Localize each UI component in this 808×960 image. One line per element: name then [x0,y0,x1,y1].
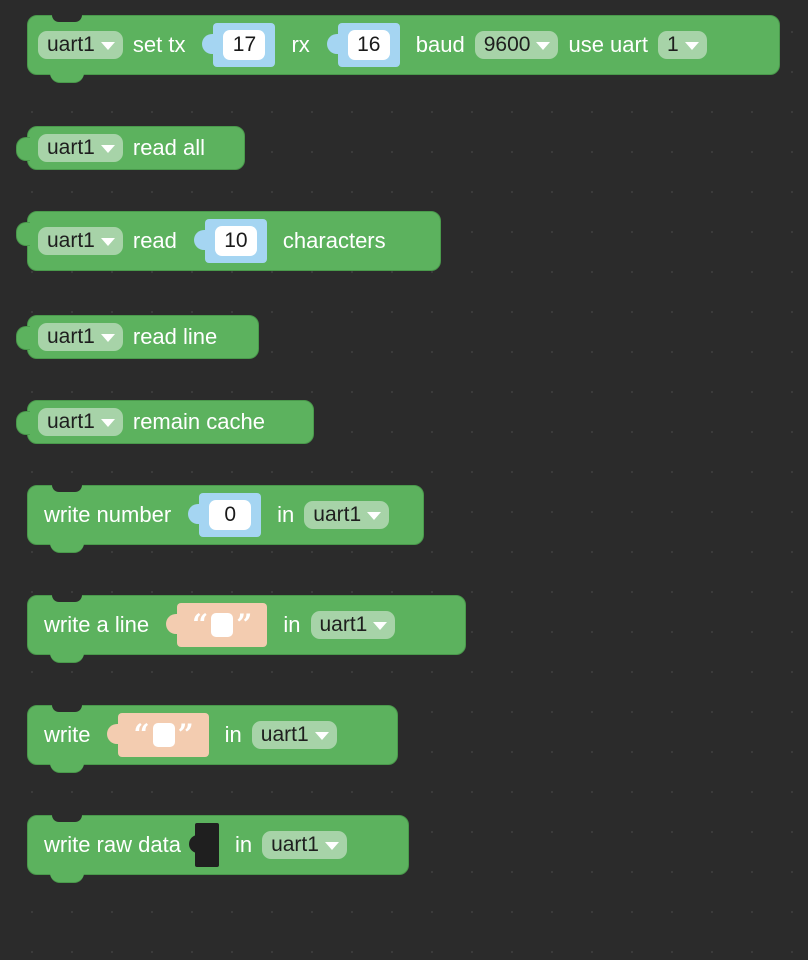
uart-select-value: uart1 [47,410,95,433]
uart-select-dropdown[interactable]: uart1 [38,323,123,351]
uart-select-value: uart1 [313,503,362,526]
chevron-down-icon [536,42,551,50]
uart-read-all-block[interactable]: uart1 read all [16,126,245,170]
chevron-down-icon [367,512,382,520]
baud-rate-value: 9600 [483,33,531,56]
output-connector [16,137,30,161]
output-connector [16,411,30,435]
number-value[interactable]: 0 [209,500,252,530]
uart-select-value: uart1 [319,613,368,636]
characters-label: characters [282,228,386,253]
chevron-down-icon [314,732,329,740]
empty-value-socket[interactable] [188,823,219,867]
open-quote-icon: “ [192,608,209,641]
write-line-label: write a line [44,612,150,637]
char-count-input[interactable]: 10 [193,219,267,263]
chevron-down-icon [100,419,115,427]
in-label: in [234,832,253,857]
rx-pin-input[interactable]: 16 [326,23,400,67]
uart-select-dropdown[interactable]: uart1 [38,227,123,255]
write-raw-label: write raw data [44,832,181,857]
rx-label: rx [291,32,310,57]
uart-select-dropdown[interactable]: uart1 [38,31,123,59]
uart-select-value: uart1 [260,723,309,746]
baud-label: baud [415,32,465,57]
output-connector [16,222,30,246]
uart-write-line-block[interactable]: write a line “ ” in uart1 [27,595,466,663]
uart-write-block[interactable]: write “ ” in uart1 [27,705,398,773]
text-value-field[interactable] [211,613,234,637]
in-label: in [277,502,295,527]
uart-select-value: uart1 [47,325,95,348]
uart-select-dropdown[interactable]: uart1 [251,721,337,749]
chevron-down-icon [373,622,388,630]
uart-select-value: uart1 [271,833,319,856]
chevron-down-icon [100,145,115,153]
text-input[interactable]: “ ” [166,603,268,647]
uart-index-dropdown[interactable]: 1 [657,31,707,59]
use-uart-label: use uart [568,32,648,57]
char-count-value[interactable]: 10 [214,226,257,256]
rx-pin-value[interactable]: 16 [347,30,390,60]
close-quote-icon: ” [177,718,194,751]
in-label: in [224,722,242,747]
uart-select-value: uart1 [47,33,95,56]
chevron-down-icon [324,842,339,850]
set-tx-label: set tx [132,32,186,57]
read-line-label: read line [132,324,218,349]
write-number-label: write number [44,502,172,527]
open-quote-icon: “ [133,718,150,751]
chevron-down-icon [684,42,699,50]
uart-select-dropdown[interactable]: uart1 [262,831,347,859]
chevron-down-icon [100,334,115,342]
number-input[interactable]: 0 [188,493,262,537]
uart-read-line-block[interactable]: uart1 read line [16,315,259,359]
uart-read-chars-block[interactable]: uart1 read 10 characters [16,211,441,271]
uart-select-dropdown[interactable]: uart1 [310,611,396,639]
in-label: in [283,612,301,637]
chevron-down-icon [100,238,115,246]
uart-index-value: 1 [666,33,679,56]
read-all-label: read all [132,135,206,160]
output-connector [16,326,30,350]
tx-pin-value[interactable]: 17 [223,30,266,60]
baud-rate-dropdown[interactable]: 9600 [474,31,559,59]
uart-write-raw-block[interactable]: write raw data in uart1 [27,815,409,883]
remain-cache-label: remain cache [132,409,265,434]
uart-setup-block[interactable]: uart1 set tx 17 rx 16 baud 9600 use uart… [27,15,780,83]
text-input[interactable]: “ ” [107,713,209,757]
read-label: read [132,228,177,253]
uart-select-dropdown[interactable]: uart1 [38,134,123,162]
uart-select-dropdown[interactable]: uart1 [38,408,123,436]
close-quote-icon: ” [236,608,253,641]
uart-select-value: uart1 [47,229,95,252]
text-value-field[interactable] [152,723,175,747]
write-label: write [44,722,91,747]
uart-select-value: uart1 [47,136,95,159]
tx-pin-input[interactable]: 17 [202,23,276,67]
uart-write-number-block[interactable]: write number 0 in uart1 [27,485,424,553]
chevron-down-icon [100,42,115,50]
uart-remain-cache-block[interactable]: uart1 remain cache [16,400,314,444]
uart-select-dropdown[interactable]: uart1 [304,501,390,529]
